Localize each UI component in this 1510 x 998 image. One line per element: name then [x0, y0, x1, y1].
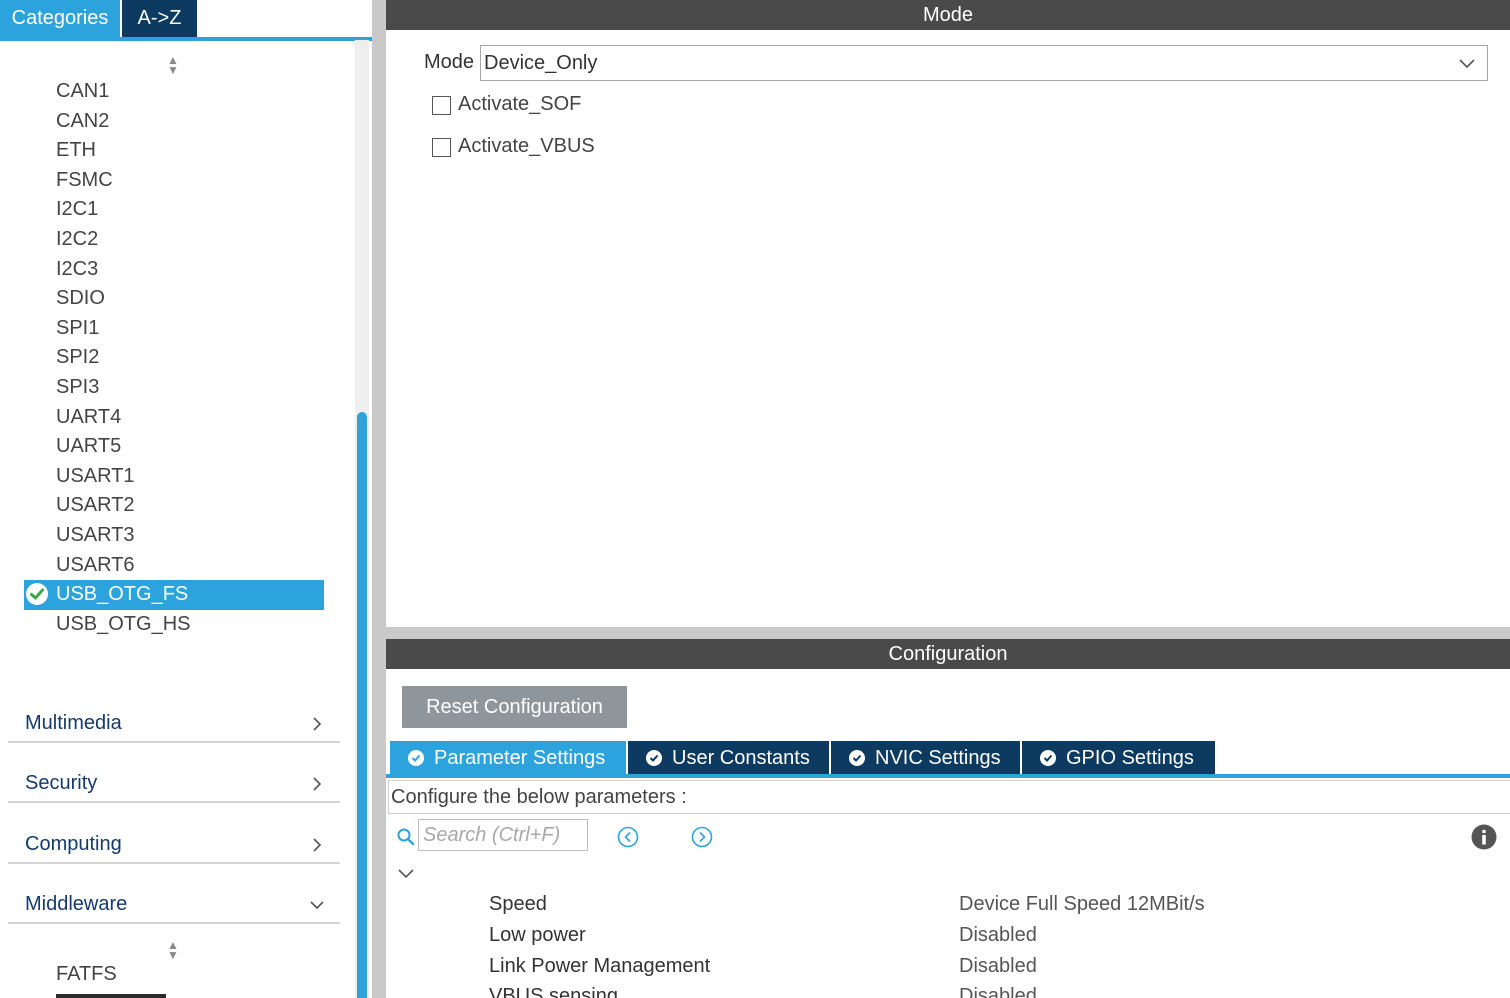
list-item-fsmc[interactable]: FSMC: [24, 166, 324, 196]
param-value: Disabled: [959, 924, 1037, 946]
check-circle-icon: [26, 583, 48, 606]
list-item-label: USB_OTG_FS: [56, 583, 189, 606]
checkbox-box[interactable]: [432, 138, 451, 157]
list-item-spi1[interactable]: SPI1: [24, 314, 324, 344]
table-row[interactable]: Speed Device Full Speed 12MBit/s: [489, 893, 1489, 923]
chevron-down-icon[interactable]: [398, 867, 414, 879]
tab-gpio-settings[interactable]: GPIO Settings: [1022, 741, 1215, 775]
param-name: Link Power Management: [489, 955, 711, 977]
list-item-fatfs[interactable]: FATFS: [56, 963, 117, 986]
list-item-usart2[interactable]: USART2: [24, 491, 324, 521]
mode-select[interactable]: Device_Only: [480, 45, 1488, 81]
next-result-icon[interactable]: [691, 826, 713, 848]
category-label: Computing: [25, 833, 122, 855]
list-item-can2[interactable]: CAN2: [24, 107, 324, 137]
tab-label: Parameter Settings: [434, 747, 606, 769]
tab-a-to-z[interactable]: A->Z: [122, 0, 197, 37]
list-item-i2c2[interactable]: I2C2: [24, 225, 324, 255]
category-label: Security: [25, 772, 98, 794]
mode-header: Mode: [386, 0, 1510, 30]
tab-nvic-settings[interactable]: NVIC Settings: [831, 741, 1020, 775]
category-middleware[interactable]: Middleware: [8, 864, 340, 924]
list-item-partial: [56, 994, 166, 998]
list-item-uart5[interactable]: UART5: [24, 432, 324, 462]
table-row[interactable]: VBUS sensing Disabled: [489, 985, 1489, 998]
tabs-underline: [0, 37, 372, 41]
list-item-i2c1[interactable]: I2C1: [24, 195, 324, 225]
list-item-usart1[interactable]: USART1: [24, 462, 324, 492]
chevron-down-icon: [1459, 59, 1475, 69]
tab-user-constants[interactable]: User Constants: [628, 741, 829, 775]
tab-parameter-settings[interactable]: Parameter Settings: [390, 741, 626, 775]
category-label: Multimedia: [25, 712, 122, 734]
sort-icon[interactable]: ▲ ▼: [164, 54, 182, 76]
chevron-down-icon: [310, 901, 324, 910]
configuration-description: Configure the below parameters :: [391, 786, 687, 808]
category-computing[interactable]: Computing: [8, 804, 340, 864]
tab-categories[interactable]: Categories: [0, 0, 120, 37]
sort-icon[interactable]: ▲ ▼: [164, 939, 182, 961]
list-item-usb-otg-hs[interactable]: USB_OTG_HS: [24, 610, 324, 640]
param-name: Low power: [489, 924, 586, 946]
chevron-right-icon: [313, 717, 322, 731]
category-multimedia[interactable]: Multimedia: [8, 683, 340, 743]
check-circle-icon: [1040, 750, 1056, 766]
param-value: Disabled: [959, 955, 1037, 977]
checkbox-box[interactable]: [432, 96, 451, 115]
list-item-usart6[interactable]: USART6: [24, 551, 324, 581]
tab-label: User Constants: [672, 747, 810, 769]
tabs-underline: [386, 774, 1510, 778]
description-box: Configure the below parameters :: [388, 780, 1510, 814]
checkbox-label: Activate_SOF: [458, 93, 582, 115]
category-security[interactable]: Security: [8, 743, 340, 803]
scrollbar-thumb[interactable]: [357, 412, 367, 998]
checkbox-label: Activate_VBUS: [458, 135, 595, 157]
previous-result-icon[interactable]: [617, 826, 639, 848]
param-name: VBUS sensing: [489, 985, 618, 998]
list-item-usart3[interactable]: USART3: [24, 521, 324, 551]
section-divider[interactable]: [386, 627, 1510, 639]
list-item-i2c3[interactable]: I2C3: [24, 255, 324, 285]
list-item-usb-otg-fs[interactable]: USB_OTG_FS: [24, 580, 324, 610]
configuration-header: Configuration: [386, 639, 1510, 669]
tab-label: NVIC Settings: [875, 747, 1001, 769]
table-row[interactable]: Link Power Management Disabled: [489, 955, 1489, 985]
list-item-sdio[interactable]: SDIO: [24, 284, 324, 314]
peripheral-list: CAN1 CAN2 ETH FSMC I2C1 I2C2 I2C3 SDIO S…: [24, 77, 324, 639]
panel-splitter[interactable]: [372, 0, 386, 998]
info-icon[interactable]: [1471, 824, 1497, 850]
param-value: Disabled: [959, 985, 1037, 998]
search-input[interactable]: [418, 819, 588, 851]
check-circle-icon: [646, 750, 662, 766]
left-panel: Categories A->Z ▲ ▼ CAN1 CAN2 ETH FSMC I2…: [0, 0, 372, 998]
list-item-uart4[interactable]: UART4: [24, 403, 324, 433]
tab-label: GPIO Settings: [1066, 747, 1194, 769]
list-item-eth[interactable]: ETH: [24, 136, 324, 166]
mode-label: Mode: [424, 51, 475, 73]
chevron-right-icon: [313, 777, 322, 791]
check-circle-icon: [408, 750, 424, 766]
category-label: Middleware: [25, 893, 128, 915]
search-icon: [397, 828, 415, 846]
param-name: Speed: [489, 893, 547, 915]
view-tabs: Categories A->Z: [0, 0, 372, 41]
list-item-spi2[interactable]: SPI2: [24, 343, 324, 373]
check-circle-icon: [849, 750, 865, 766]
param-value: Device Full Speed 12MBit/s: [959, 893, 1205, 915]
reset-configuration-button[interactable]: Reset Configuration: [402, 686, 627, 728]
list-item-spi3[interactable]: SPI3: [24, 373, 324, 403]
table-row[interactable]: Low power Disabled: [489, 924, 1489, 954]
mode-select-value: Device_Only: [484, 52, 598, 74]
list-item-can1[interactable]: CAN1: [24, 77, 324, 107]
chevron-right-icon: [313, 838, 322, 852]
